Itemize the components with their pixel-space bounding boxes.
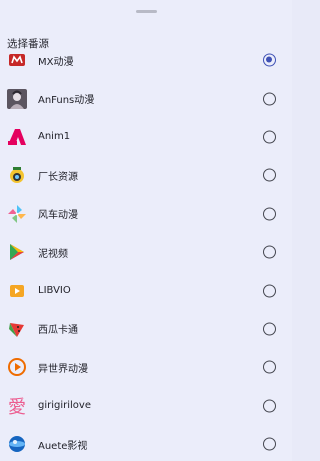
anim1-icon xyxy=(7,127,27,147)
ai-love-icon: 愛 xyxy=(8,396,26,418)
libvio-icon xyxy=(7,281,27,301)
mx-icon xyxy=(7,53,27,70)
source-label: 厂长资源 xyxy=(38,171,78,183)
drag-handle[interactable] xyxy=(136,10,157,13)
source-radio[interactable] xyxy=(263,168,276,182)
source-radio[interactable] xyxy=(263,322,276,336)
source-item-auete[interactable]: Auete影视 xyxy=(0,425,292,461)
source-radio[interactable] xyxy=(263,245,276,259)
source-radio[interactable] xyxy=(263,284,276,298)
source-list[interactable]: MX动漫 AnFuns动漫 Anim1 厂长资源 风车动漫 泥视频 LIBVIO… xyxy=(0,53,292,461)
source-label: 西瓜卡通 xyxy=(38,325,78,337)
bottom-sheet: 选择番源 MX动漫 AnFuns动漫 Anim1 厂长资源 风车动漫 泥视频 L… xyxy=(0,0,292,461)
source-item-anfuns[interactable]: AnFuns动漫 xyxy=(0,79,292,117)
source-label: girigirilove xyxy=(38,400,91,412)
source-radio[interactable] xyxy=(263,437,276,451)
source-radio[interactable] xyxy=(263,92,276,106)
changzhang-icon xyxy=(7,165,27,185)
source-radio-selected[interactable] xyxy=(263,53,276,67)
source-radio[interactable] xyxy=(263,399,276,413)
watermelon-icon xyxy=(7,319,27,339)
source-label: 异世界动漫 xyxy=(38,363,88,375)
source-item-changzhang[interactable]: 厂长资源 xyxy=(0,156,292,194)
source-label: AnFuns动漫 xyxy=(38,95,95,107)
source-radio[interactable] xyxy=(263,207,276,221)
source-label: 风车动漫 xyxy=(38,210,78,222)
source-radio[interactable] xyxy=(263,360,276,374)
source-item-ni[interactable]: 泥视频 xyxy=(0,233,292,271)
source-radio[interactable] xyxy=(263,130,276,144)
sheet-title: 选择番源 xyxy=(7,36,287,53)
source-label: MX动漫 xyxy=(38,56,74,68)
source-label: Anim1 xyxy=(38,131,71,143)
source-label: 泥视频 xyxy=(38,248,68,260)
pinwheel-icon xyxy=(7,204,27,224)
source-item-mx[interactable]: MX动漫 xyxy=(0,53,292,79)
source-item-watermelon[interactable]: 西瓜卡通 xyxy=(0,310,292,348)
source-item-girigirilove[interactable]: 愛 girigirilove xyxy=(0,387,292,425)
source-item-isekai[interactable]: 异世界动漫 xyxy=(0,348,292,386)
play-icon xyxy=(7,242,27,262)
isekai-icon xyxy=(7,357,27,377)
source-item-pinwheel[interactable]: 风车动漫 xyxy=(0,195,292,233)
source-label: Auete影视 xyxy=(38,440,88,452)
source-item-libvio[interactable]: LIBVIO xyxy=(0,271,292,309)
anfuns-icon xyxy=(7,88,27,109)
auete-icon xyxy=(7,434,27,454)
source-label: LIBVIO xyxy=(38,285,71,297)
source-item-anim1[interactable]: Anim1 xyxy=(0,118,292,156)
